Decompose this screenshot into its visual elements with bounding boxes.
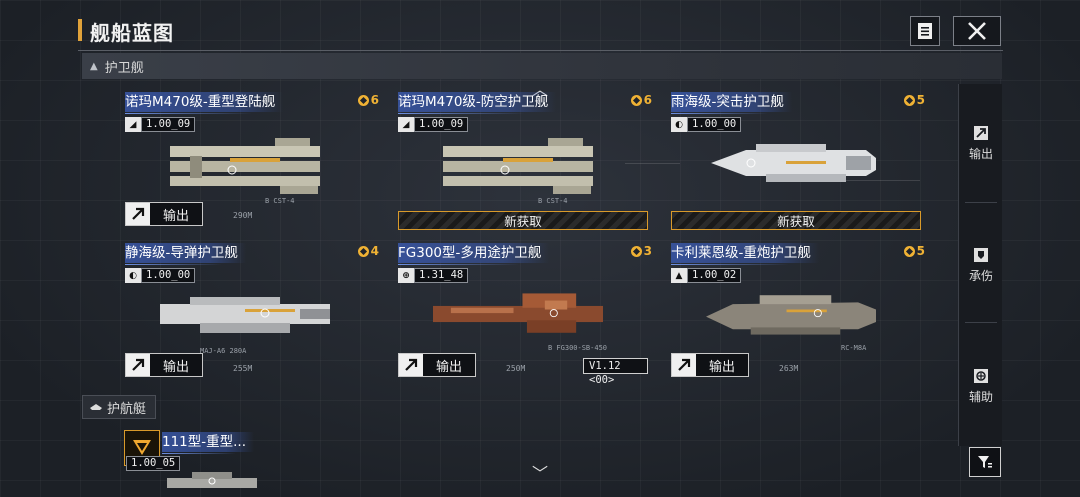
cost-coin-icon: [357, 94, 369, 106]
export-button[interactable]: 输出: [398, 353, 476, 377]
support-icon: [974, 369, 988, 383]
ship-name: 诺玛M470级-重型登陆舰: [125, 92, 284, 114]
collapse-triangle-icon: ▲: [90, 60, 98, 72]
close-button[interactable]: [953, 16, 1001, 46]
blueprint-log-button[interactable]: [910, 16, 940, 46]
export-button[interactable]: 输出: [125, 202, 203, 226]
ship-blueprint-image: [170, 138, 320, 194]
ship-scale: 250M: [506, 364, 526, 373]
export-icon: [974, 126, 988, 140]
ship-name: 雨海级-突击护卫舰: [671, 92, 792, 114]
ship-name: 111型-重型...: [162, 432, 255, 454]
filter-label: 辅助: [968, 390, 993, 404]
filter-button[interactable]: [969, 447, 1001, 477]
ship-code: MAJ-A6 280A: [200, 347, 247, 355]
ship-scale: 290M: [233, 211, 253, 220]
cost-coin-icon: [357, 245, 369, 257]
close-icon: [968, 22, 986, 40]
ship-class-icon: ◐: [125, 268, 141, 283]
document-icon: [918, 23, 932, 39]
export-arrow-icon: [126, 203, 150, 225]
cost-coin-icon: [630, 94, 642, 106]
ship-class-icon: ◢: [398, 117, 414, 132]
ship-class-icon: ◐: [671, 117, 687, 132]
page-header: 舰船蓝图: [78, 14, 1003, 50]
ship-code: B FG300-SB-450: [548, 344, 608, 352]
export-arrow-icon: [399, 354, 423, 376]
ship-cost: 4: [357, 244, 379, 258]
cost-value: 6: [643, 93, 652, 107]
section-header-escort[interactable]: 护航艇: [82, 395, 156, 419]
ship-blueprint-image: [711, 144, 876, 182]
ship-blueprint-image: [443, 138, 593, 194]
cost-coin-icon: [903, 94, 915, 106]
ship-class-icon: ◢: [125, 117, 141, 132]
export-label: 输出: [709, 359, 736, 375]
filter-tank[interactable]: 承伤: [959, 236, 1003, 296]
ship-card[interactable]: 卡利莱恩级-重炮护卫舰 5 ▲ 1.00_02 RC-M8A 263M 输出: [671, 243, 925, 381]
export-arrow-icon: [672, 354, 696, 376]
ship-cost: 5: [903, 93, 925, 107]
cost-coin-icon: [630, 245, 642, 257]
title-accent: [78, 19, 82, 41]
export-arrow-icon: [126, 354, 150, 376]
page-title: 舰船蓝图: [90, 21, 174, 45]
export-label: 输出: [163, 359, 190, 375]
ship-code: B CST-4: [265, 197, 295, 205]
ship-name: 卡利莱恩级-重炮护卫舰: [671, 243, 819, 265]
escort-boat-icon: [90, 404, 102, 410]
ship-code: B CST-4: [538, 197, 568, 205]
ship-cost: 5: [903, 244, 925, 258]
header-divider: [78, 50, 1003, 51]
cost-coin-icon: [903, 245, 915, 257]
shield-icon: [974, 248, 988, 262]
ship-card[interactable]: 静海级-导弹护卫舰 4 ◐ 1.00_00 MAJ-A6 280A 255M 输…: [125, 243, 379, 381]
ship-name: 诺玛M470级-防空护卫舰: [398, 92, 557, 114]
cost-value: 5: [916, 93, 925, 107]
export-label: 输出: [436, 359, 463, 375]
role-filter-panel: 输出 承伤 辅助: [958, 84, 1002, 446]
ship-card[interactable]: FG300型-多用途护卫舰 3 ⊕ 1.31_48 B FG300-SB-450…: [398, 243, 652, 386]
artillery-icon: ▲: [671, 268, 687, 283]
cost-value: 5: [916, 244, 925, 258]
filter-label: 承伤: [968, 269, 993, 283]
ship-card[interactable]: 诺玛M470级-防空护卫舰 6 ◢ 1.00_09 B CST-4 新获取: [398, 92, 652, 230]
model-version-tag: V1.12 <00>: [583, 358, 648, 386]
section-label: 护航艇: [107, 401, 147, 417]
new-acquired-banner[interactable]: 新获取: [398, 211, 648, 230]
ship-cost: 6: [357, 93, 379, 107]
globe-icon: ⊕: [398, 268, 414, 283]
ship-cost: 3: [630, 244, 652, 258]
cost-value: 6: [370, 93, 379, 107]
export-button[interactable]: 输出: [671, 353, 749, 377]
divider: [965, 202, 997, 203]
scroll-down-chevron-icon[interactable]: ﹀: [532, 460, 548, 484]
ship-cost: 6: [630, 93, 652, 107]
new-acquired-banner[interactable]: 新获取: [671, 211, 921, 230]
filter-support[interactable]: 辅助: [959, 357, 1003, 417]
filter-icon: [978, 456, 992, 468]
ship-card-partial[interactable]: 111型-重型... 1.00_05: [124, 428, 264, 497]
export-button[interactable]: 输出: [125, 353, 203, 377]
ship-blueprint-image: [167, 472, 257, 488]
ship-card[interactable]: 雨海级-突击护卫舰 5 ◐ 1.00_00 新获取: [671, 92, 925, 230]
ship-name: FG300型-多用途护卫舰: [398, 243, 550, 265]
ship-blueprint-image: [433, 293, 603, 333]
section-label: 护卫舰: [104, 60, 144, 76]
filter-label: 输出: [968, 147, 993, 161]
ship-blueprint-image: [160, 297, 330, 333]
divider: [965, 322, 997, 323]
ship-name: 静海级-导弹护卫舰: [125, 243, 246, 265]
ship-code: RC-M8A: [841, 344, 867, 352]
ship-card[interactable]: 诺玛M470级-重型登陆舰 6 ◢ 1.00_09 B CST-4 290M 输…: [125, 92, 379, 230]
export-label: 输出: [163, 208, 190, 224]
ship-scale: 255M: [233, 364, 253, 373]
filter-output[interactable]: 输出: [959, 114, 1003, 174]
ship-blueprint-image: [706, 295, 876, 335]
cost-value: 3: [643, 244, 652, 258]
ship-scale: 263M: [779, 364, 799, 373]
cost-value: 4: [370, 244, 379, 258]
